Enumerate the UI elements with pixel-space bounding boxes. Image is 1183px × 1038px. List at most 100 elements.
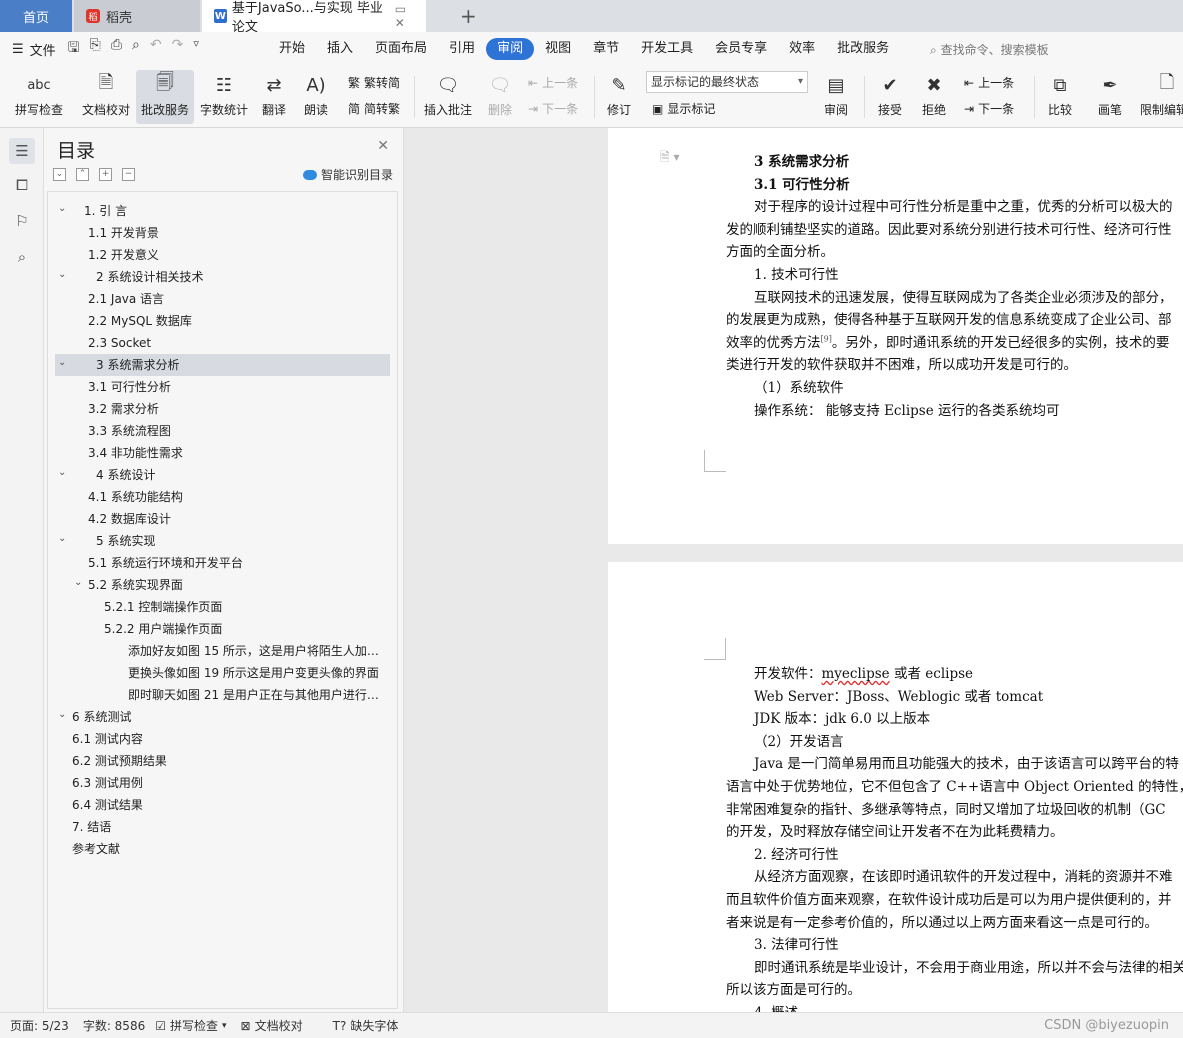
page-options-icon[interactable]: 🗎 ▾ — [660, 148, 680, 169]
insert-comment-button[interactable]: 🗨 插入批注 — [420, 70, 476, 124]
toc-item[interactable]: 3.3 系统流程图 — [48, 420, 397, 442]
search-icon[interactable]: ⌕ — [9, 244, 35, 270]
expand-up-icon[interactable]: ⌃ — [76, 168, 89, 181]
tab-home[interactable]: 首页 — [0, 0, 72, 32]
chevron-down-icon[interactable]: ⌄ — [74, 574, 82, 594]
toc-item[interactable]: 3.4 非功能性需求 — [48, 442, 397, 464]
next-change-button[interactable]: ⇥ 下一条 — [964, 100, 1014, 117]
toc-item[interactable]: ⌄ 5.2 系统实现界面 — [48, 574, 397, 596]
menu-sections[interactable]: 章节 — [582, 38, 630, 60]
chevron-down-icon[interactable]: ⌄ — [58, 706, 66, 726]
undo-icon[interactable]: ↶ — [150, 37, 162, 61]
toc-item[interactable]: 1.1 开发背景 — [48, 222, 397, 244]
tab-close-icon[interactable]: ▭ ✕ — [395, 2, 418, 30]
toc-item[interactable]: 4.2 数据库设计 — [48, 508, 397, 530]
print-preview-icon[interactable]: ⌕ — [132, 37, 140, 61]
toc-item[interactable]: 4.1 系统功能结构 — [48, 486, 397, 508]
toc-item[interactable]: 5.1 系统运行环境和开发平台 — [48, 552, 397, 574]
document-page[interactable]: 开发软件：myeclipse 或者 eclipse Web Server：JBos… — [608, 562, 1183, 1012]
toc-item[interactable]: 添加好友如图 15 所示，这是用户将陌生人加入好友的界面 — [48, 640, 397, 662]
delete-comment-button[interactable]: 🗨 删除 — [480, 70, 520, 124]
remove-heading-icon[interactable]: − — [122, 168, 135, 181]
toc-item[interactable]: 5.2.2 用户端操作页面 — [48, 618, 397, 640]
compare-button[interactable]: ⧉ 比较 — [1040, 70, 1080, 124]
toc-item[interactable]: 6.4 测试结果 — [48, 794, 397, 816]
menu-member[interactable]: 会员专享 — [704, 38, 778, 60]
chevron-down-icon[interactable]: ⌄ — [58, 464, 66, 484]
toc-item[interactable]: ⌄ 5 系统实现 — [48, 530, 397, 552]
toc-item[interactable]: 3.2 需求分析 — [48, 398, 397, 420]
toc-item[interactable]: 2.2 MySQL 数据库 — [48, 310, 397, 332]
menu-page-layout[interactable]: 页面布局 — [364, 38, 438, 60]
file-menu-button[interactable]: ☰ 文件 — [12, 40, 56, 59]
toc-item[interactable]: 2.1 Java 语言 — [48, 288, 397, 310]
review-pane-button[interactable]: ▤ 审阅 — [816, 70, 856, 124]
customize-toolbar-icon[interactable]: ▿ — [193, 37, 199, 61]
menu-references[interactable]: 引用 — [438, 38, 486, 60]
prev-change-button[interactable]: ⇤ 上一条 — [964, 74, 1014, 91]
toc-item[interactable]: ⌄ 1. 引 言 — [48, 200, 397, 222]
chevron-down-icon[interactable]: ⌄ — [58, 354, 66, 374]
export-icon[interactable]: ⎘ — [90, 37, 101, 61]
citation-marker[interactable]: [9] — [821, 334, 832, 343]
toc-item[interactable]: 6.3 测试用例 — [48, 772, 397, 794]
menu-developer[interactable]: 开发工具 — [630, 38, 704, 60]
correction-service-button[interactable]: 🗐 批改服务 — [136, 70, 194, 124]
trad-to-simp-button[interactable]: 繁繁转简 — [348, 74, 400, 91]
track-changes-button[interactable]: ✎ 修订 — [600, 70, 638, 124]
menu-efficiency[interactable]: 效率 — [778, 38, 826, 60]
toc-item[interactable]: 5.2.1 控制端操作页面 — [48, 596, 397, 618]
prev-comment-button[interactable]: ⇤ 上一条 — [528, 74, 578, 91]
add-heading-icon[interactable]: + — [99, 168, 112, 181]
toc-item[interactable]: 2.3 Socket — [48, 332, 397, 354]
doc-check-button[interactable]: 🗎 文档校对 — [78, 70, 134, 124]
smart-toc-button[interactable]: 智能识别目录 — [302, 166, 393, 183]
status-spell-check[interactable]: ☑ 拼写检查 ▾ — [155, 1017, 226, 1034]
print-icon[interactable]: ⎙ — [111, 37, 122, 61]
menu-start[interactable]: 开始 — [268, 38, 316, 60]
toc-item[interactable]: ⌄ 4 系统设计 — [48, 464, 397, 486]
status-doc-check[interactable]: ⊠ 文档校对 — [241, 1017, 303, 1034]
menu-correction[interactable]: 批改服务 — [826, 38, 900, 60]
tab-document[interactable]: W 基于JavaSo...与实现 毕业论文 ▭ ✕ — [202, 0, 426, 35]
show-markup-button[interactable]: ▣ 显示标记 — [652, 100, 715, 117]
toc-item[interactable]: 1.2 开发意义 — [48, 244, 397, 266]
menu-view[interactable]: 视图 — [534, 38, 582, 60]
restrict-edit-button[interactable]: 🗋 限制编辑 — [1140, 70, 1183, 124]
menu-insert[interactable]: 插入 — [316, 38, 364, 60]
next-comment-button[interactable]: ⇥ 下一条 — [528, 100, 578, 117]
chapter-nav-icon[interactable]: ⧠ — [9, 172, 35, 198]
document-page[interactable]: 🗎 ▾ 3 系统需求分析 3.1 可行性分析 对于程序的设计过程中可行性分析是重中之… — [608, 128, 1183, 544]
menu-review[interactable]: 审阅 — [486, 38, 535, 60]
missing-font-button[interactable]: T? 缺失字体 — [333, 1017, 399, 1034]
save-icon[interactable]: 🖫 — [68, 37, 80, 61]
toc-item[interactable]: ⌄ 3 系统需求分析 — [55, 354, 390, 376]
toc-item[interactable]: ⌄ 2 系统设计相关技术 — [48, 266, 397, 288]
toc-item[interactable]: 7. 结语 — [48, 816, 397, 838]
command-search[interactable]: ⌕ 查找命令、搜索模板 — [930, 41, 1049, 58]
toc-panel-icon[interactable]: ☰ — [9, 138, 35, 164]
spell-check-button[interactable]: abc 拼写检查 — [8, 70, 70, 124]
toc-item[interactable]: 6.2 测试预期结果 — [48, 750, 397, 772]
read-aloud-button[interactable]: A) 朗读 — [298, 70, 334, 124]
accept-change-button[interactable]: ✔ 接受 — [870, 70, 910, 124]
markup-display-select[interactable]: 显示标记的最终状态 — [646, 71, 808, 93]
translate-button[interactable]: ⇄ 翻译 — [254, 70, 294, 124]
toc-item[interactable]: 更换头像如图 19 所示这是用户变更头像的界面 — [48, 662, 397, 684]
close-icon[interactable]: ✕ — [377, 138, 389, 154]
word-count-indicator[interactable]: 字数: 8586 — [83, 1017, 145, 1034]
toc-item[interactable]: ⌄ 6 系统测试 — [48, 706, 397, 728]
toc-item[interactable]: 参考文献 — [48, 838, 397, 860]
pen-button[interactable]: ✒ 画笔 — [1090, 70, 1130, 124]
chevron-down-icon[interactable]: ⌄ — [58, 200, 66, 220]
chevron-down-icon[interactable]: ⌄ — [58, 530, 66, 550]
toc-item[interactable]: 即时聊天如图 21 是用户正在与其他用户进行即时聊天 — [48, 684, 397, 706]
simp-to-trad-button[interactable]: 简简转繁 — [348, 100, 400, 117]
reject-change-button[interactable]: ✖ 拒绝 — [914, 70, 954, 124]
bookmark-icon[interactable]: ⚐ — [9, 208, 35, 234]
chevron-down-icon[interactable]: ⌄ — [58, 266, 66, 286]
new-tab-button[interactable]: + — [460, 4, 477, 28]
toc-item[interactable]: 6.1 测试内容 — [48, 728, 397, 750]
page-indicator[interactable]: 页面: 5/23 — [10, 1017, 69, 1034]
word-count-button[interactable]: ☷ 字数统计 — [198, 70, 250, 124]
